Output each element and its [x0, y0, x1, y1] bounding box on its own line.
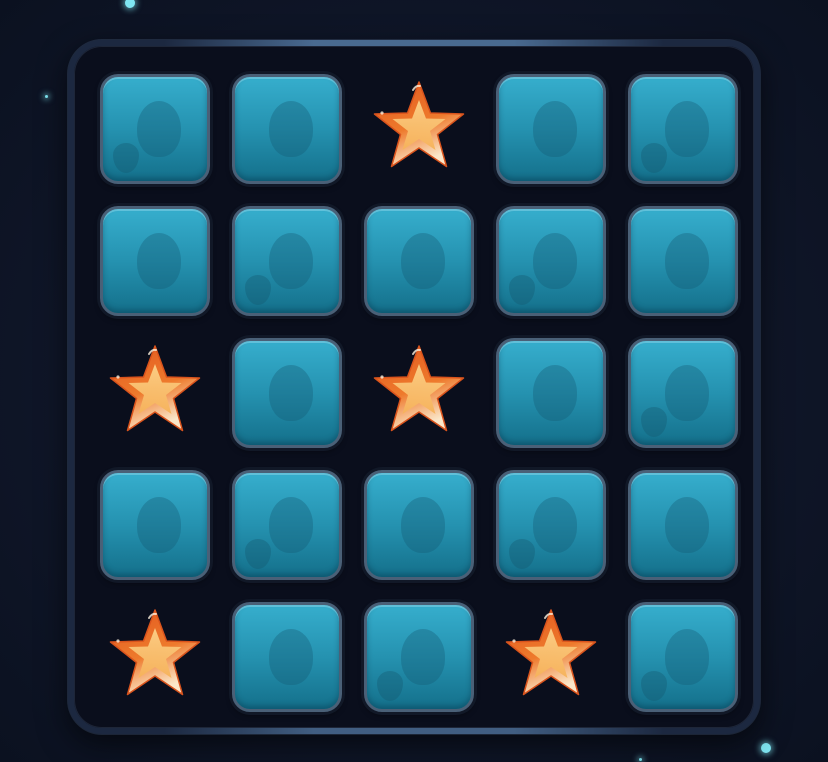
drop-icon — [113, 143, 139, 173]
tile-emblem-icon — [401, 497, 445, 553]
star-icon — [109, 609, 201, 696]
glow-particle — [639, 758, 642, 761]
tile-emblem-icon — [665, 629, 709, 685]
hidden-tile-r4-c3[interactable] — [364, 470, 474, 580]
hidden-tile-r3-c5[interactable] — [628, 338, 738, 448]
star-tile-r5-c4[interactable] — [496, 602, 606, 712]
hidden-tile-r4-c4[interactable] — [496, 470, 606, 580]
tile-emblem-icon — [269, 497, 313, 553]
glow-particle — [125, 0, 135, 8]
drop-icon — [377, 671, 403, 701]
hidden-tile-r1-c5[interactable] — [628, 74, 738, 184]
star-icon — [505, 609, 597, 696]
hidden-tile-r1-c4[interactable] — [496, 74, 606, 184]
hidden-tile-r2-c3[interactable] — [364, 206, 474, 316]
star-icon — [373, 81, 465, 168]
tile-emblem-icon — [533, 497, 577, 553]
tile-emblem-icon — [665, 497, 709, 553]
glow-particle — [45, 95, 48, 98]
drop-icon — [641, 671, 667, 701]
drop-icon — [509, 275, 535, 305]
hidden-tile-r1-c2[interactable] — [232, 74, 342, 184]
star-icon — [373, 345, 465, 432]
hidden-tile-r4-c2[interactable] — [232, 470, 342, 580]
hidden-tile-r5-c2[interactable] — [232, 602, 342, 712]
star-tile-r3-c1[interactable] — [100, 338, 210, 448]
tile-emblem-icon — [665, 365, 709, 421]
tile-emblem-icon — [137, 497, 181, 553]
tile-emblem-icon — [401, 629, 445, 685]
star-icon — [109, 345, 201, 432]
hidden-tile-r5-c3[interactable] — [364, 602, 474, 712]
hidden-tile-r2-c4[interactable] — [496, 206, 606, 316]
tile-emblem-icon — [533, 233, 577, 289]
hidden-tile-r1-c1[interactable] — [100, 74, 210, 184]
tile-emblem-icon — [137, 101, 181, 157]
drop-icon — [509, 539, 535, 569]
tile-emblem-icon — [533, 365, 577, 421]
hidden-tile-r4-c1[interactable] — [100, 470, 210, 580]
tile-emblem-icon — [269, 365, 313, 421]
game-board — [68, 40, 760, 734]
tile-emblem-icon — [401, 233, 445, 289]
tile-emblem-icon — [269, 629, 313, 685]
tile-emblem-icon — [665, 233, 709, 289]
tile-emblem-icon — [665, 101, 709, 157]
tile-emblem-icon — [533, 101, 577, 157]
drop-icon — [641, 407, 667, 437]
tile-emblem-icon — [137, 233, 181, 289]
star-tile-r1-c3[interactable] — [364, 74, 474, 184]
drop-icon — [641, 143, 667, 173]
star-tile-r5-c1[interactable] — [100, 602, 210, 712]
hidden-tile-r3-c2[interactable] — [232, 338, 342, 448]
hidden-tile-r2-c2[interactable] — [232, 206, 342, 316]
star-tile-r3-c3[interactable] — [364, 338, 474, 448]
drop-icon — [245, 275, 271, 305]
tile-emblem-icon — [269, 233, 313, 289]
hidden-tile-r2-c1[interactable] — [100, 206, 210, 316]
tile-emblem-icon — [269, 101, 313, 157]
hidden-tile-r2-c5[interactable] — [628, 206, 738, 316]
drop-icon — [245, 539, 271, 569]
hidden-tile-r5-c5[interactable] — [628, 602, 738, 712]
hidden-tile-r4-c5[interactable] — [628, 470, 738, 580]
glow-particle — [761, 743, 771, 753]
hidden-tile-r3-c4[interactable] — [496, 338, 606, 448]
